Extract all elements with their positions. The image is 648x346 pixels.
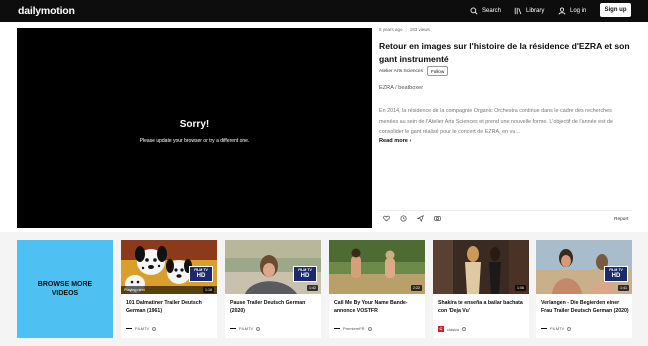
- video-views: 183 views: [409, 27, 430, 32]
- video-card[interactable]: FILM TV HD Playing next 1:18 101 Dalmati…: [121, 240, 217, 338]
- video-card-channel[interactable]: FILMTV: [126, 326, 157, 331]
- video-duration: 1:41: [618, 285, 629, 291]
- video-age: 6 years ago: [379, 27, 403, 32]
- video-meta: 6 years ago | 183 views: [379, 27, 430, 32]
- share-icon[interactable]: [417, 215, 424, 222]
- video-card-title[interactable]: 101 Dalmatiner Trailer Deutsch German (1…: [126, 299, 214, 315]
- browse-more-label: BROWSE MORE VIDEOS: [37, 281, 93, 297]
- video-card[interactable]: 2:22 Call Me By Your Name Bande-annonce …: [329, 240, 425, 338]
- video-card[interactable]: 1:06 Shakira te enseña a bailar bachata …: [433, 240, 529, 338]
- hd-badge-text: HD: [196, 273, 206, 279]
- verified-icon: [567, 326, 572, 331]
- add-to-playlist-icon[interactable]: [434, 215, 441, 222]
- video-player[interactable]: Sorry! Please update your browser or try…: [17, 28, 372, 228]
- video-card-channel[interactable]: C clasico: [438, 326, 467, 332]
- channel-logo-icon: C: [438, 326, 444, 332]
- channel-name: FILMTV: [239, 326, 254, 331]
- video-thumbnail: FILM TV HD 1:41: [536, 240, 632, 294]
- report-link[interactable]: Report: [614, 217, 628, 222]
- video-duration: 1:06: [515, 285, 526, 291]
- channel-logo-icon: [126, 328, 132, 329]
- library-button[interactable]: Library: [514, 0, 544, 22]
- browse-more-videos-button[interactable]: BROWSE MORE VIDEOS: [17, 240, 113, 338]
- channel-row: Atelier Arts Sciences Follow: [379, 66, 449, 76]
- search-icon: [470, 7, 478, 15]
- channel-name: PremiereFR: [343, 326, 365, 331]
- channel-name: FILMTV: [135, 326, 150, 331]
- main-panel: Sorry! Please update your browser or try…: [0, 22, 648, 232]
- login-label: Log in: [570, 8, 587, 14]
- filmtv-hd-badge: FILM TV HD: [189, 266, 213, 282]
- follow-button[interactable]: Follow: [427, 66, 449, 76]
- filmtv-hd-badge: FILM TV HD: [293, 266, 317, 282]
- playing-next-bar: Playing next 1:18: [121, 286, 217, 294]
- signup-button[interactable]: Sign up: [600, 3, 631, 17]
- read-more-link[interactable]: Read more ›: [379, 138, 411, 144]
- divider: [379, 210, 632, 211]
- video-card-channel[interactable]: FILMTV: [541, 326, 572, 331]
- verified-icon: [367, 326, 372, 331]
- video-duration: 1:18: [203, 287, 214, 293]
- video-card-channel[interactable]: PremiereFR: [334, 326, 372, 331]
- watch-later-icon[interactable]: [400, 215, 407, 222]
- chevron-right-icon: ›: [409, 138, 412, 144]
- video-card-title[interactable]: Call Me By Your Name Bande-annonce VOSTF…: [334, 299, 422, 315]
- library-icon: [514, 7, 522, 15]
- verified-icon: [256, 326, 261, 331]
- player-error-message: Please update your browser or try a diff…: [139, 138, 250, 144]
- video-tags[interactable]: EZRA / beatboxer: [379, 85, 423, 91]
- video-card-title[interactable]: Pause Trailer Deutsch German (2020): [230, 299, 318, 315]
- read-more-label: Read more: [379, 138, 408, 144]
- video-card-title[interactable]: Verlangen - Die Begierden einer Frau Tra…: [541, 299, 629, 315]
- user-icon: [558, 7, 566, 15]
- library-label: Library: [526, 8, 545, 14]
- video-card-title[interactable]: Shakira te enseña a bailar bachata con '…: [438, 299, 526, 315]
- top-bar: dailymotion Search Library Log in Sign u…: [0, 0, 648, 22]
- dailymotion-logo[interactable]: dailymotion: [18, 5, 75, 17]
- channel-name: FILMTV: [550, 326, 565, 331]
- channel-logo-icon: [541, 328, 547, 329]
- filmtv-hd-badge: FILM TV HD: [604, 266, 628, 282]
- verified-icon: [462, 327, 467, 331]
- player-error-title: Sorry!: [179, 119, 210, 130]
- meta-separator: |: [405, 27, 407, 32]
- search-button[interactable]: Search: [470, 0, 501, 22]
- video-thumbnail: 2:22: [329, 240, 425, 294]
- video-card-channel[interactable]: FILMTV: [230, 326, 261, 331]
- channel-logo-icon: [334, 328, 340, 329]
- video-actions: [383, 215, 441, 222]
- video-duration: 1:42: [307, 285, 318, 291]
- channel-logo-icon: [230, 328, 236, 329]
- channel-name: clasico: [447, 326, 460, 332]
- playing-next-label: Playing next: [124, 287, 145, 292]
- video-card[interactable]: FILM TV HD 1:42 Pause Trailer Deutsch Ge…: [225, 240, 321, 338]
- video-title: Retour en images sur l'histoire de la ré…: [379, 41, 630, 64]
- hd-badge-text: HD: [300, 273, 310, 279]
- video-thumbnail: 1:06: [433, 240, 529, 294]
- video-thumbnail: FILM TV HD 1:42: [225, 240, 321, 294]
- video-duration: 2:22: [411, 285, 422, 291]
- search-label: Search: [482, 8, 502, 14]
- login-button[interactable]: Log in: [558, 0, 586, 22]
- hd-badge-text: HD: [611, 273, 621, 279]
- video-thumbnail: FILM TV HD Playing next 1:18: [121, 240, 217, 294]
- heart-icon[interactable]: [383, 215, 390, 222]
- verified-icon: [152, 326, 157, 331]
- video-card[interactable]: FILM TV HD 1:41 Verlangen - Die Begierde…: [536, 240, 632, 338]
- video-description: En 2014, la résidence de la compagnie Or…: [379, 108, 613, 135]
- channel-name[interactable]: Atelier Arts Sciences: [379, 69, 423, 74]
